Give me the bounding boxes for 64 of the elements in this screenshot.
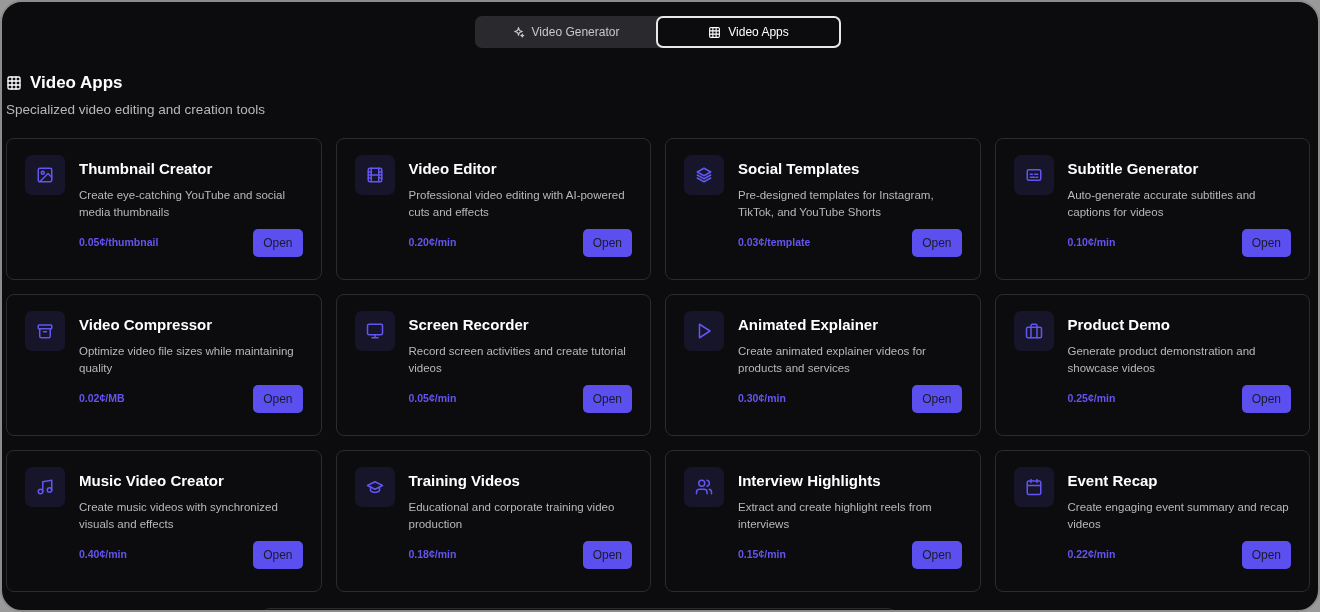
price-label: 0.10¢/min bbox=[1067, 235, 1116, 251]
section-title: Video Apps bbox=[30, 72, 123, 94]
open-button[interactable]: Open bbox=[582, 385, 632, 414]
app-description: Professional video editing with AI-powered cuts and effects bbox=[408, 188, 626, 220]
app-title: Video Compressor bbox=[79, 314, 214, 335]
app-title: Music Video Creator bbox=[79, 470, 225, 491]
tab[interactable]: Video Apps bbox=[656, 16, 841, 48]
tab[interactable]: Video Generator bbox=[475, 16, 656, 48]
app-title: Social Templates bbox=[738, 158, 861, 179]
film-icon bbox=[365, 165, 384, 184]
app-title: Interview Highlights bbox=[738, 470, 882, 491]
price-label: 0.15¢/min bbox=[738, 547, 786, 563]
app-title: Event Recap bbox=[1067, 470, 1159, 491]
app-description: Educational and corporate training video production bbox=[408, 500, 616, 532]
price-label: 0.40¢/min bbox=[79, 547, 127, 563]
price-label: 0.22¢/min bbox=[1067, 547, 1116, 563]
users-icon bbox=[695, 477, 713, 496]
grid-icon bbox=[6, 74, 22, 91]
app-description: Create engaging event summary and recap videos bbox=[1067, 500, 1290, 532]
app-title: Animated Explainer bbox=[738, 314, 880, 335]
app-description: Create eye-catching YouTube and social media thumbnails bbox=[79, 188, 287, 220]
app-description: Extract and create highlight reels from interviews bbox=[738, 500, 933, 532]
app-title: Screen Recorder bbox=[408, 314, 530, 335]
price-label: 0.03¢/template bbox=[738, 235, 811, 251]
price-label: 0.05¢/thumbnail bbox=[79, 235, 159, 251]
grid-icon bbox=[708, 25, 722, 39]
layers-icon bbox=[695, 165, 713, 184]
section-subtitle: Specialized video editing and creation tools bbox=[6, 100, 266, 119]
app-description: Create animated explainer videos for products and services bbox=[738, 344, 927, 376]
app-description: Pre-designed templates for Instagram, TikTok, and YouTube Shorts bbox=[738, 188, 935, 220]
open-button[interactable]: Open bbox=[253, 385, 303, 414]
app-description: Record screen activities and create tutorial videos bbox=[408, 344, 627, 376]
open-button[interactable]: Open bbox=[1241, 541, 1291, 570]
calendar-icon bbox=[1024, 477, 1043, 496]
music-note-icon bbox=[36, 477, 54, 496]
price-label: 0.25¢/min bbox=[1067, 391, 1116, 407]
image-icon bbox=[36, 165, 54, 184]
open-button[interactable]: Open bbox=[253, 541, 303, 570]
price-label: 0.30¢/min bbox=[738, 391, 786, 407]
app-title: Product Demo bbox=[1067, 314, 1171, 335]
price-label: 0.02¢/MB bbox=[79, 391, 125, 407]
briefcase-icon bbox=[1024, 321, 1043, 340]
open-button[interactable]: Open bbox=[1241, 385, 1291, 414]
open-button[interactable]: Open bbox=[1241, 229, 1291, 258]
open-button[interactable]: Open bbox=[912, 385, 962, 414]
archive-icon bbox=[36, 321, 54, 340]
app-title: Thumbnail Creator bbox=[79, 158, 214, 179]
app-description: Optimize video file sizes while maintaining quality bbox=[79, 344, 295, 376]
app-title: Video Editor bbox=[408, 158, 498, 179]
monitor-icon bbox=[365, 321, 384, 340]
app-description: Auto-generate accurate subtitles and captions for videos bbox=[1067, 188, 1257, 220]
app-title: Training Videos bbox=[408, 470, 521, 491]
app-title: Subtitle Generator bbox=[1067, 158, 1200, 179]
app-description: Create music videos with synchronized visuals and effects bbox=[79, 500, 279, 532]
open-button[interactable]: Open bbox=[582, 229, 632, 258]
open-button[interactable]: Open bbox=[912, 541, 962, 570]
open-button[interactable]: Open bbox=[582, 541, 632, 570]
sparkle-icon bbox=[511, 25, 525, 39]
app-description: Generate product demonstration and showcase videos bbox=[1067, 344, 1257, 376]
price-label: 0.05¢/min bbox=[408, 391, 457, 407]
open-button[interactable]: Open bbox=[253, 229, 303, 258]
price-label: 0.18¢/min bbox=[408, 547, 457, 563]
price-label: 0.20¢/min bbox=[408, 235, 457, 251]
open-button[interactable]: Open bbox=[912, 229, 962, 258]
